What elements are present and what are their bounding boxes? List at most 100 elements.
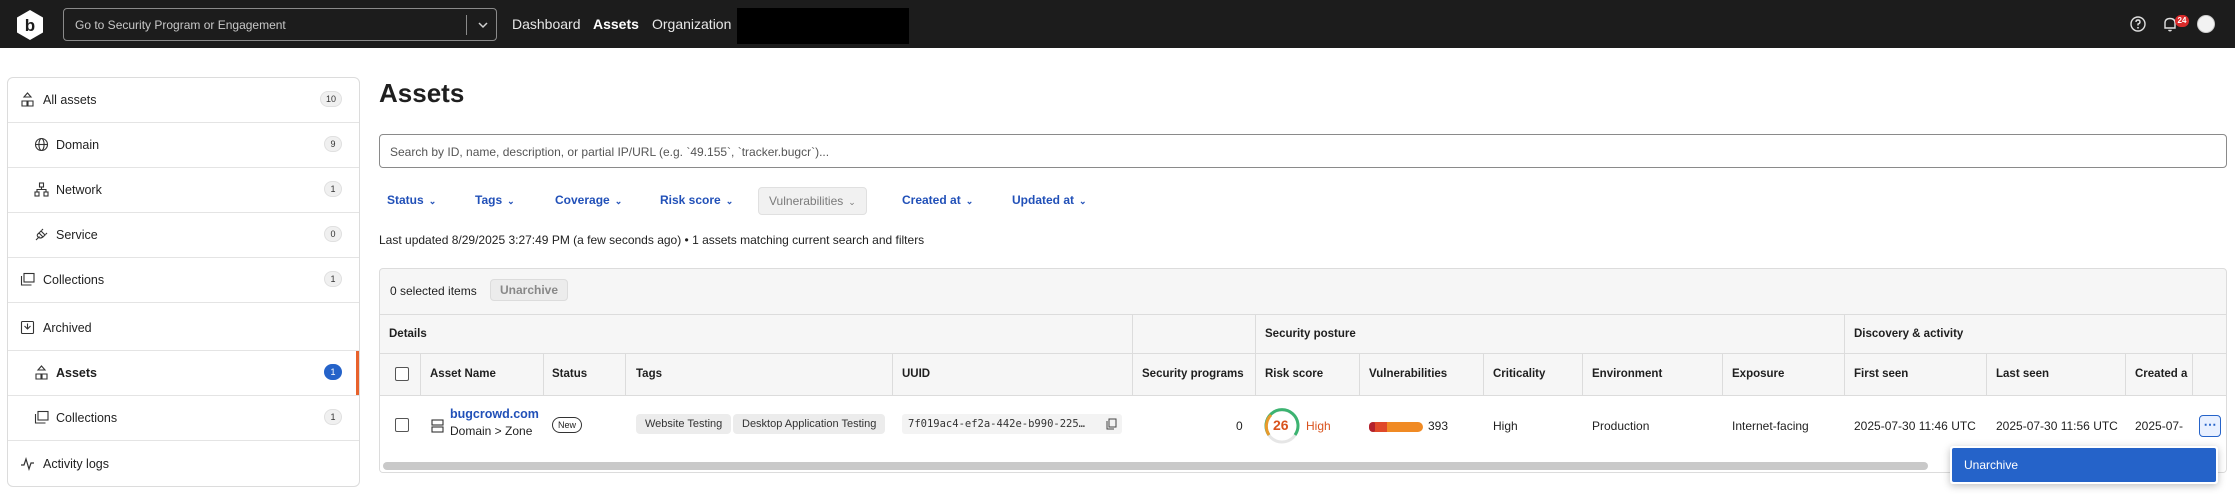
col-tags[interactable]: Tags [636, 368, 662, 380]
nav-organization[interactable]: Organization [652, 16, 731, 32]
sidebar-item-label: Collections [56, 411, 118, 425]
sidebar-item-label: Activity logs [43, 457, 109, 471]
count-badge: 10 [319, 91, 342, 107]
filter-tags[interactable]: Tags ⌄ [475, 193, 515, 207]
chevron-down-icon[interactable] [476, 18, 490, 32]
security-programs-value: 0 [1236, 419, 1243, 433]
select-all-checkbox[interactable] [395, 367, 409, 381]
filter-status[interactable]: Status ⌄ [387, 193, 436, 207]
sidebar-item-activity-logs[interactable]: Activity logs [8, 442, 359, 486]
help-icon[interactable] [2129, 15, 2147, 33]
menu-item-unarchive[interactable]: Unarchive [1952, 448, 2216, 482]
tag-chip[interactable]: Desktop Application Testing [733, 414, 886, 434]
selected-count: 0 selected items [390, 284, 477, 298]
bugcrowd-logo-icon[interactable]: b [14, 9, 46, 41]
search-input[interactable]: Search by ID, name, description, or part… [379, 134, 2227, 168]
archive-icon [20, 320, 35, 335]
environment-value: Production [1592, 419, 1650, 433]
sidebar-item-label: Assets [56, 366, 97, 380]
nav-assets[interactable]: Assets [593, 16, 639, 32]
divider [8, 440, 359, 441]
status-badge: New [552, 417, 583, 433]
sidebar-item-label: Network [56, 183, 102, 197]
copy-icon[interactable] [1106, 418, 1117, 430]
col-environment[interactable]: Environment [1592, 368, 1662, 380]
filter-risk-score[interactable]: Risk score ⌄ [660, 193, 733, 207]
group-details: Details [389, 328, 427, 340]
server-icon [431, 419, 444, 433]
page-title: Assets [379, 78, 465, 108]
filter-updated-at[interactable]: Updated at ⌄ [1012, 193, 1087, 207]
filter-coverage[interactable]: Coverage ⌄ [555, 193, 622, 207]
vulnerabilities-value: 393 [1428, 419, 1449, 433]
status-line: Last updated 8/29/2025 3:27:49 PM (a few… [379, 233, 925, 247]
col-created-at[interactable]: Created a [2135, 368, 2187, 380]
count-badge: 1 [324, 181, 342, 197]
assets-icon [21, 92, 34, 107]
program-select[interactable]: Go to Security Program or Engagement [63, 8, 497, 41]
search-placeholder: Search by ID, name, description, or part… [390, 145, 830, 159]
sidebar-item-service[interactable]: Service 0 [8, 213, 359, 257]
chevron-down-icon: ⌄ [848, 197, 856, 207]
asset-name-link[interactable]: bugcrowd.com [450, 407, 539, 421]
sidebar-item-label: Domain [56, 138, 100, 152]
count-badge: 0 [324, 226, 342, 242]
sidebar-item-domain[interactable]: Domain 9 [8, 123, 359, 167]
criticality-value: High [1493, 419, 1518, 433]
filter-vulnerabilities[interactable]: Vulnerabilities ⌄ [758, 187, 867, 215]
notification-badge: 24 [2175, 15, 2189, 27]
chevron-down-icon: ⌄ [507, 196, 515, 206]
col-uuid[interactable]: UUID [902, 368, 930, 380]
filter-created-at[interactable]: Created at ⌄ [902, 193, 973, 207]
count-badge: 1 [324, 409, 342, 425]
bulk-unarchive-button[interactable]: Unarchive [490, 279, 569, 301]
program-select-placeholder: Go to Security Program or Engagement [75, 18, 286, 32]
svg-text:b: b [25, 16, 35, 35]
sidebar-item-archived[interactable]: Archived [8, 306, 359, 350]
sidebar-item-archived-collections[interactable]: Collections 1 [8, 396, 359, 440]
col-risk-score[interactable]: Risk score [1265, 368, 1323, 380]
top-bar: b Go to Security Program or Engagement D… [0, 0, 2235, 48]
chevron-down-icon: ⌄ [428, 196, 437, 206]
col-exposure[interactable]: Exposure [1732, 368, 1784, 380]
filter-label: Status [387, 193, 424, 207]
column-header-row: Asset Name Status Tags UUID Security pro… [380, 354, 2226, 396]
activity-icon [21, 457, 34, 471]
chevron-down-icon: ⌄ [725, 196, 734, 206]
sidebar-item-label: All assets [43, 93, 97, 107]
col-status[interactable]: Status [552, 368, 587, 380]
nav-dashboard[interactable]: Dashboard [512, 16, 581, 32]
sidebar-item-network[interactable]: Network 1 [8, 168, 359, 212]
tag-chip[interactable]: Website Testing [636, 414, 732, 434]
sidebar-item-collections[interactable]: Collections 1 [8, 258, 359, 302]
active-indicator [356, 351, 359, 395]
chevron-down-icon: ⌄ [965, 196, 974, 206]
created-at-value: 2025-07- [2135, 419, 2184, 433]
group-security-posture: Security posture [1265, 328, 1356, 340]
col-vulnerabilities[interactable]: Vulnerabilities [1369, 368, 1447, 380]
first-seen-value: 2025-07-30 11:46 UTC [1854, 419, 1976, 433]
count-badge: 9 [324, 136, 342, 152]
assets-icon [35, 365, 48, 380]
col-last-seen[interactable]: Last seen [1996, 368, 2049, 380]
col-criticality[interactable]: Criticality [1493, 368, 1545, 380]
row-checkbox[interactable] [395, 418, 409, 432]
globe-icon [34, 137, 49, 152]
col-first-seen[interactable]: First seen [1854, 368, 1908, 380]
avatar[interactable] [2197, 15, 2215, 33]
horizontal-scrollbar[interactable] [383, 462, 1928, 470]
group-header-row: Details Security posture Discovery & act… [380, 315, 2226, 354]
chevron-down-icon: ⌄ [614, 196, 623, 206]
filter-label: Risk score [660, 193, 721, 207]
sidebar-item-archived-assets[interactable]: Assets 1 [8, 351, 359, 395]
sidebar-item-label: Collections [43, 273, 105, 287]
chevron-down-icon: ⌄ [1079, 196, 1087, 206]
more-actions-button[interactable]: ⋯ [2199, 415, 2221, 437]
select-separator [466, 15, 467, 35]
sidebar: All assets 10 Domain 9 Network 1 Service… [7, 77, 360, 487]
sidebar-item-all-assets[interactable]: All assets 10 [8, 78, 359, 122]
col-asset-name[interactable]: Asset Name [430, 368, 496, 380]
col-security-programs[interactable]: Security programs [1142, 368, 1244, 380]
last-seen-value: 2025-07-30 11:56 UTC [1996, 419, 2118, 433]
risk-level-value: High [1306, 419, 1331, 433]
